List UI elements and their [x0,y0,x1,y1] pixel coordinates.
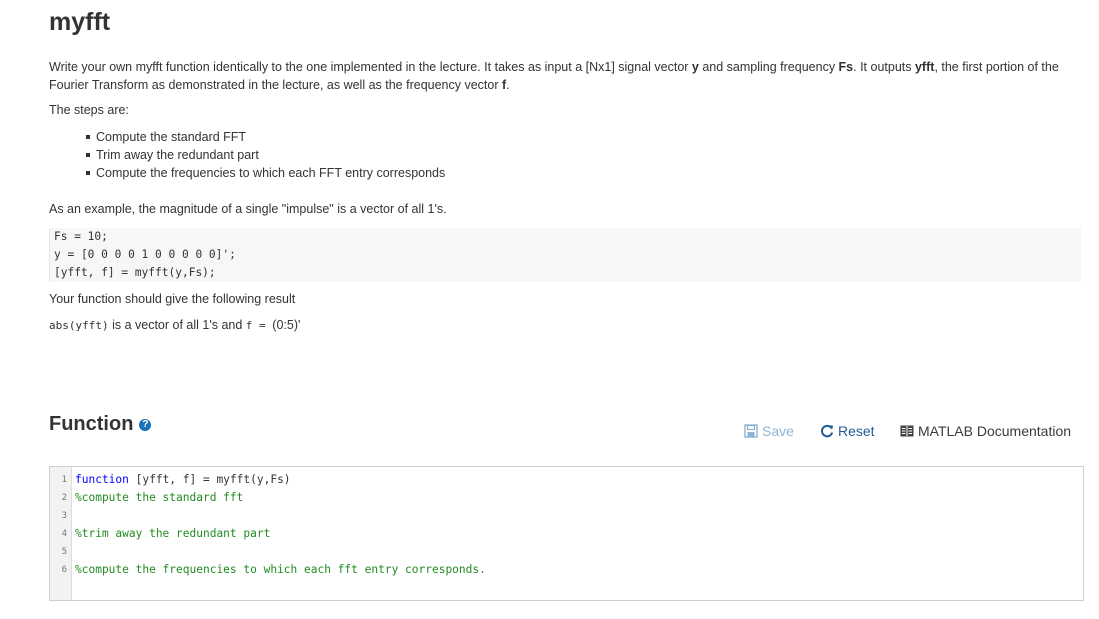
function-heading: Function ? [49,413,152,436]
code-line: Fs = 10; [54,230,108,243]
save-icon [744,424,758,438]
code-line: y = [0 0 0 0 1 0 0 0 0 0]'; [54,248,236,261]
code-line[interactable]: %compute the frequencies to which each f… [75,563,486,576]
code-line[interactable]: %trim away the redundant part [75,527,270,540]
code-line[interactable]: function [yfft, f] = myfft(y,Fs) [75,473,291,486]
example-text: As an example, the magnitude of a single… [49,202,447,216]
book-icon [900,425,914,437]
list-item: Compute the standard FFT [85,128,445,146]
code-editor[interactable]: 1 2 3 4 5 6 function [yfft, f] = myfft(y… [49,466,1084,601]
line-number: 4 [61,529,67,539]
help-icon[interactable]: ? [139,418,152,431]
steps-list: Compute the standard FFT Trim away the r… [85,128,446,182]
list-item: Compute the frequencies to which each FF… [85,166,446,180]
code-line: [yfft, f] = myfft(y,Fs); [54,266,216,279]
line-number: 6 [61,565,67,575]
save-button[interactable]: Save [744,423,794,439]
example-code-block: Fs = 10; y = [0 0 0 0 1 0 0 0 0 0]'; [yf… [49,228,1081,282]
line-number: 2 [61,493,67,503]
line-number: 5 [61,547,67,557]
result-text: Your function should give the following … [49,292,296,306]
code-line[interactable]: %compute the standard fft [75,491,243,504]
reset-icon [821,424,834,438]
matlab-documentation-link[interactable]: MATLAB Documentation [900,423,1071,439]
steps-label: The steps are: [49,103,129,117]
line-number-gutter: 1 2 3 4 5 6 [50,467,72,600]
reset-button[interactable]: Reset [820,423,875,439]
line-number: 1 [61,475,67,485]
result-description: abs(yfft) is a vector of all 1's and f =… [49,318,301,332]
line-number: 3 [61,511,67,521]
list-item: Trim away the redundant part [85,146,445,164]
page-title: myfft [49,8,111,36]
problem-description: Write your own myfft function identicall… [49,60,1059,92]
